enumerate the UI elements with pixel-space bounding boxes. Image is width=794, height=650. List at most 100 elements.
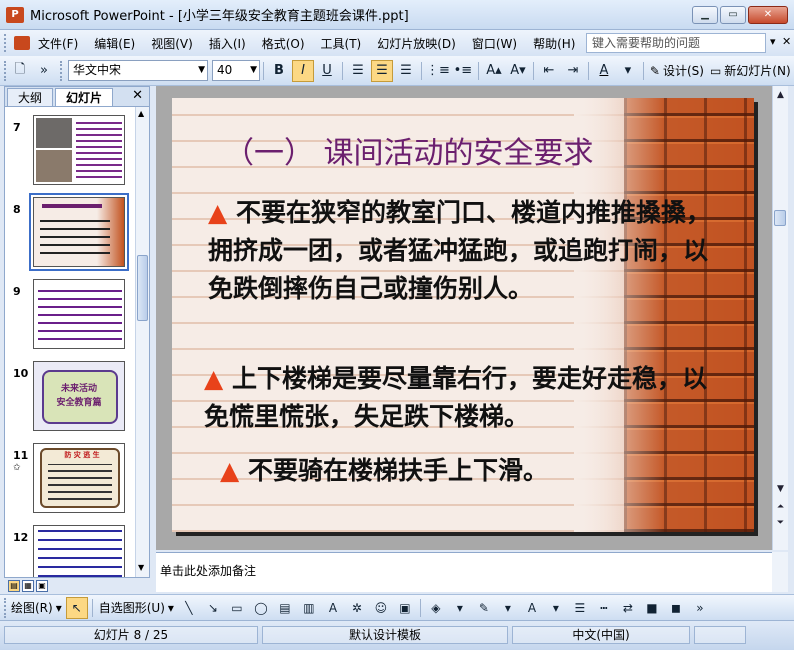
clipart-icon[interactable]: ☺ [370, 597, 392, 619]
dash-style-icon[interactable]: ┅ [593, 597, 615, 619]
help-dropdown-icon[interactable]: ▾ [770, 35, 776, 48]
tab-outline[interactable]: 大纲 [7, 88, 54, 106]
document-close-icon[interactable]: ✕ [782, 35, 791, 48]
arrow-style-icon[interactable]: ⇄ [617, 597, 639, 619]
maximize-button[interactable]: ▭ [720, 6, 746, 24]
fill-color-dropdown-icon[interactable]: ▾ [449, 597, 471, 619]
notes-pane[interactable]: 单击此处添加备注 [156, 552, 772, 592]
slide-canvas[interactable]: （一） 课间活动的安全要求 ▲ 不要在狭窄的教室门口、楼道内推推搡搡，拥挤成一团… [172, 98, 754, 532]
toolbar-grip-2[interactable] [60, 60, 64, 81]
toolbar-options-icon[interactable]: » [689, 597, 711, 619]
menu-insert[interactable]: 插入(I) [201, 35, 254, 52]
slide-title[interactable]: （一） 课间活动的安全要求 [224, 128, 594, 172]
line-icon[interactable]: ╲ [178, 597, 200, 619]
document-icon[interactable] [14, 36, 30, 50]
menu-edit[interactable]: 编辑(E) [86, 35, 143, 52]
diagram-icon[interactable]: ✲ [346, 597, 368, 619]
font-select[interactable]: 华文中宋 ▼ [68, 60, 208, 81]
new-document-icon[interactable]: 🗋 [9, 60, 31, 82]
vertical-textbox-icon[interactable]: ▥ [298, 597, 320, 619]
menu-view[interactable]: 视图(V) [143, 35, 201, 52]
shadow-icon[interactable]: ■ [641, 597, 663, 619]
tab-slides[interactable]: 幻灯片 [55, 88, 114, 106]
animation-icon: ✩ [13, 463, 21, 473]
numbering-icon[interactable]: ⋮≡ [426, 60, 450, 82]
new-slide-button[interactable]: ▭ 新幻灯片(N) [707, 62, 794, 79]
powerpoint-app-icon[interactable]: P [6, 6, 24, 23]
menu-window[interactable]: 窗口(W) [464, 35, 525, 52]
wordart-icon[interactable]: A [322, 597, 344, 619]
scrollbar-thumb[interactable] [137, 255, 148, 321]
line-color-dropdown-icon[interactable]: ▾ [497, 597, 519, 619]
slide-thumbnail-7[interactable] [33, 115, 125, 185]
italic-button[interactable]: I [292, 59, 314, 82]
3d-icon[interactable]: ◼ [665, 597, 687, 619]
slide-number: 12 [13, 531, 29, 544]
slide-paragraph-2[interactable]: ▲ 上下楼梯是要尽量靠右行，要走好走稳，以免慌里慌张，失足跌下楼梯。 [204, 360, 724, 436]
slide-sorter-icon[interactable]: ▦ [22, 580, 34, 592]
design-button[interactable]: ✎ 设计(S) [647, 62, 707, 79]
autoshapes-button[interactable]: 自选图形(U) ▾ [96, 599, 177, 616]
align-left-icon[interactable]: ☰ [347, 60, 369, 82]
line-color-icon[interactable]: ✎ [473, 597, 495, 619]
slide-thumbnail-10[interactable]: 未来活动 安全教育篇 [33, 361, 125, 431]
menu-format[interactable]: 格式(O) [254, 35, 313, 52]
previous-slide-icon[interactable]: ⏶ [774, 500, 787, 514]
scroll-up-icon[interactable]: ▲ [138, 109, 144, 118]
oval-icon[interactable]: ◯ [250, 597, 272, 619]
scroll-up-icon[interactable]: ▲ [774, 88, 787, 102]
normal-view-icon[interactable]: ▤ [8, 580, 20, 592]
font-color-dropdown-icon[interactable]: ▾ [545, 597, 567, 619]
separator [342, 61, 343, 80]
slide-thumbnail-12[interactable] [33, 525, 125, 577]
menu-bar: 文件(F) 编辑(E) 视图(V) 插入(I) 格式(O) 工具(T) 幻灯片放… [0, 30, 794, 56]
draw-menu-button[interactable]: 绘图(R) ▾ [8, 599, 65, 616]
slide-thumbnail-11[interactable]: 防 灾 逃 生 [33, 443, 125, 513]
align-center-icon[interactable]: ☰ [371, 59, 393, 82]
font-color-dropdown-icon[interactable]: ▾ [617, 60, 639, 82]
line-style-icon[interactable]: ☰ [569, 597, 591, 619]
textbox-icon[interactable]: ▤ [274, 597, 296, 619]
chevron-down-icon: ▼ [198, 65, 205, 75]
menu-tools[interactable]: 工具(T) [313, 35, 370, 52]
fill-color-icon[interactable]: ◈ [425, 597, 447, 619]
increase-font-icon[interactable]: A▴ [483, 60, 505, 82]
minimize-button[interactable]: ▁ [692, 6, 718, 24]
scroll-down-icon[interactable]: ▼ [138, 563, 144, 572]
bold-button[interactable]: B [268, 60, 290, 82]
slideshow-view-icon[interactable]: ▣ [36, 580, 48, 592]
close-icon[interactable]: ✕ [132, 88, 143, 103]
help-search-input[interactable]: 键入需要帮助的问题 [586, 33, 766, 53]
menu-slideshow[interactable]: 幻灯片放映(D) [369, 35, 464, 52]
notes-scrollbar[interactable] [772, 552, 788, 592]
menu-help[interactable]: 帮助(H) [525, 35, 583, 52]
toolbar-options-icon[interactable]: » [33, 60, 55, 82]
slide-paragraph-3[interactable]: ▲ 不要骑在楼梯扶手上下滑。 [220, 452, 720, 490]
slide-paragraph-1[interactable]: ▲ 不要在狭窄的教室门口、楼道内推推搡搡，拥挤成一团，或者猛冲猛跑，或追跑打闹，… [208, 194, 728, 308]
increase-indent-icon[interactable]: ⇥ [562, 60, 584, 82]
slide-thumbnail-8[interactable] [29, 193, 129, 271]
font-size-select[interactable]: 40 ▼ [212, 60, 260, 81]
align-right-icon[interactable]: ☰ [395, 60, 417, 82]
toolbar-grip[interactable] [4, 60, 8, 81]
menu-grip[interactable] [4, 34, 8, 52]
next-slide-icon[interactable]: ⏷ [774, 516, 787, 530]
slide-thumbnail-9[interactable] [33, 279, 125, 349]
bullets-icon[interactable]: •≡ [452, 60, 474, 82]
picture-icon[interactable]: ▣ [394, 597, 416, 619]
slide-scrollbar[interactable]: ▲ ▼ ⏶ ⏷ [772, 86, 788, 550]
close-button[interactable]: ✕ [748, 6, 788, 24]
decrease-font-icon[interactable]: A▾ [507, 60, 529, 82]
scrollbar-thumb[interactable] [774, 210, 786, 226]
decrease-indent-icon[interactable]: ⇤ [538, 60, 560, 82]
thumbnail-scrollbar[interactable]: ▲ ▼ [135, 107, 149, 577]
scroll-down-icon[interactable]: ▼ [774, 482, 787, 496]
menu-file[interactable]: 文件(F) [30, 35, 86, 52]
rectangle-icon[interactable]: ▭ [226, 597, 248, 619]
font-color-icon[interactable]: A [521, 597, 543, 619]
select-pointer-icon[interactable]: ↖ [65, 596, 88, 619]
notes-placeholder[interactable]: 单击此处添加备注 [160, 562, 256, 579]
arrow-icon[interactable]: ↘ [202, 597, 224, 619]
font-color-icon[interactable]: A [593, 60, 615, 82]
underline-button[interactable]: U [316, 60, 338, 82]
